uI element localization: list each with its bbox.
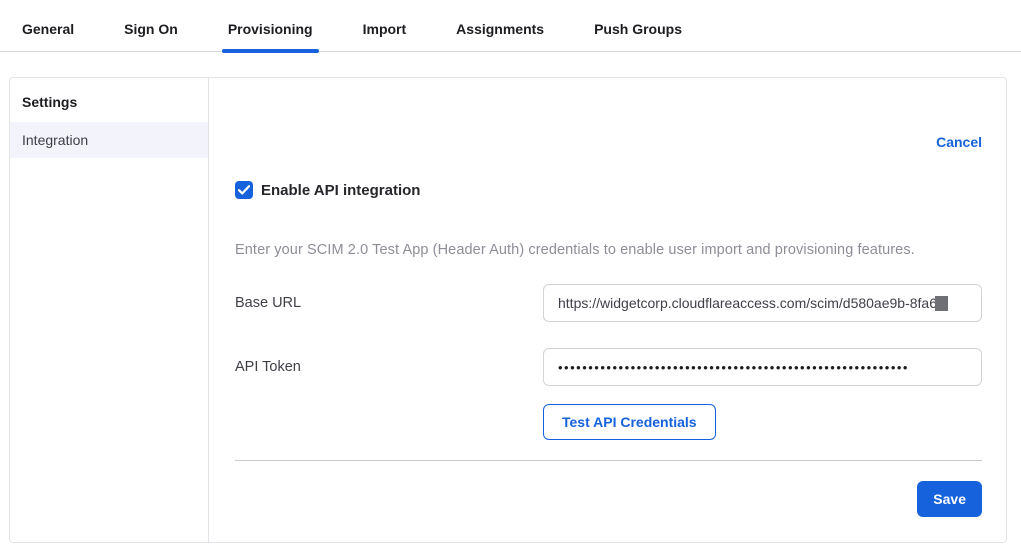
tab-general[interactable]: General <box>20 21 76 51</box>
footer-divider <box>235 460 982 461</box>
checkmark-icon <box>238 185 250 195</box>
settings-sidebar: Settings Integration <box>10 78 209 542</box>
app-tab-bar: General Sign On Provisioning Import Assi… <box>0 0 1021 52</box>
base-url-label: Base URL <box>235 295 543 311</box>
api-token-input[interactable]: ••••••••••••••••••••••••••••••••••••••••… <box>543 348 982 386</box>
tab-provisioning[interactable]: Provisioning <box>226 21 315 51</box>
sidebar-header: Settings <box>10 86 208 122</box>
base-url-input[interactable]: https://widgetcorp.cloudflareaccess.com/… <box>543 284 982 322</box>
tab-assignments[interactable]: Assignments <box>454 21 546 51</box>
api-token-masked-value: ••••••••••••••••••••••••••••••••••••••••… <box>558 360 909 375</box>
tab-push-groups[interactable]: Push Groups <box>592 21 684 51</box>
api-token-row: API Token ••••••••••••••••••••••••••••••… <box>235 348 982 386</box>
enable-api-integration-checkbox[interactable] <box>235 181 253 199</box>
base-url-row: Base URL https://widgetcorp.cloudflareac… <box>235 284 982 322</box>
enable-api-integration-row: Enable API integration <box>235 181 982 199</box>
save-button[interactable]: Save <box>917 481 982 517</box>
cancel-link[interactable]: Cancel <box>936 134 982 150</box>
enable-api-integration-label: Enable API integration <box>261 182 420 199</box>
text-selection-block <box>935 296 948 311</box>
integration-settings-content: Cancel Enable API integration Enter your… <box>209 78 1006 542</box>
sidebar-item-integration[interactable]: Integration <box>10 122 208 158</box>
base-url-value: https://widgetcorp.cloudflareaccess.com/… <box>558 295 937 311</box>
credentials-description: Enter your SCIM 2.0 Test App (Header Aut… <box>235 242 982 258</box>
provisioning-panel: Settings Integration Cancel Enable API i… <box>9 77 1007 543</box>
test-api-credentials-button[interactable]: Test API Credentials <box>543 404 716 440</box>
tab-import[interactable]: Import <box>361 21 409 51</box>
api-token-label: API Token <box>235 359 543 375</box>
tab-sign-on[interactable]: Sign On <box>122 21 180 51</box>
